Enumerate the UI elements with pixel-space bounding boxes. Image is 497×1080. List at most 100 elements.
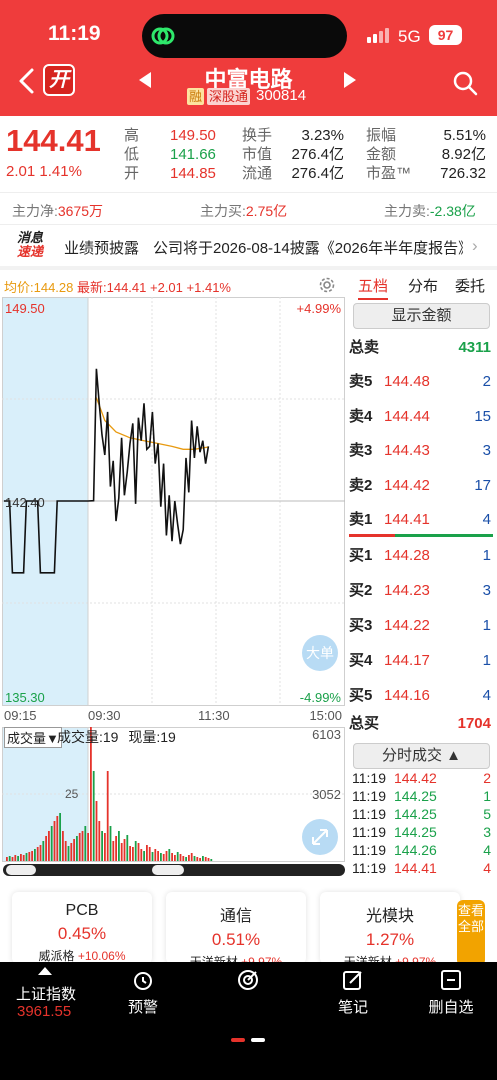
volume-bar [106, 771, 109, 861]
volume-bar [137, 843, 140, 861]
volume-bar [76, 836, 78, 861]
volume-bar [207, 858, 210, 861]
chevron-right-icon[interactable]: › [472, 236, 478, 256]
volume-bar [73, 839, 75, 861]
search-icon[interactable] [452, 70, 478, 96]
tab-orders[interactable]: 委托 [455, 275, 485, 296]
expand-up-icon[interactable] [38, 967, 52, 975]
note-button[interactable]: 笔记 [308, 968, 398, 1017]
intraday-chart[interactable]: 149.50 142.40 135.30 +4.99% -4.99% 大单 09… [2, 297, 347, 877]
volume-bar [101, 831, 103, 861]
level-label: 卖5 [349, 373, 373, 390]
news-text[interactable]: 公司将于2026-08-14披露《2026年半年度报告》 [153, 237, 463, 258]
back-icon[interactable] [14, 66, 40, 96]
stock-code: 300814 [256, 87, 307, 104]
volume-selector[interactable]: 成交量▼ [4, 727, 62, 748]
level-price[interactable]: 144.43 [384, 433, 430, 468]
next-stock-icon[interactable] [344, 72, 356, 88]
level-price[interactable]: 144.44 [384, 399, 430, 434]
view-all-tab[interactable]: 查看全部 [457, 900, 485, 966]
pe-label: 市盈™ [366, 165, 412, 182]
volume-bar [92, 771, 95, 861]
main-net-flow: 主力净:3675万 [12, 203, 104, 219]
alert-button[interactable]: 预警 [98, 968, 188, 1017]
remove-watchlist-button[interactable]: 删自选 [406, 968, 496, 1017]
total-sell-value: 4311 [458, 339, 491, 356]
level-label: 卖3 [349, 442, 373, 459]
trade-time: 11:19 [352, 842, 386, 858]
volume-bar [134, 841, 137, 861]
volume-bar [199, 858, 201, 861]
level-volume: 1 [482, 547, 491, 564]
volume-bar [190, 853, 193, 861]
volume-bar [95, 801, 98, 861]
sector-card[interactable]: 光模块 1.27% 天洋新材 +9.97% [320, 892, 460, 969]
tab-five-levels[interactable]: 五档 [358, 275, 389, 300]
level-label: 卖1 [349, 511, 373, 528]
volume-bar [182, 856, 185, 861]
dynamic-island [142, 14, 347, 58]
turnover-label: 换手 [242, 127, 273, 144]
level-price[interactable]: 144.22 [384, 608, 430, 643]
trade-volume: 2 [483, 770, 491, 786]
volume-bar [196, 857, 199, 861]
target-icon [238, 970, 258, 990]
low-label: 低 [124, 146, 140, 163]
trade-price: 144.25 [394, 824, 437, 840]
scrollbar-handle-left[interactable] [6, 865, 36, 875]
network-label: 5G [398, 27, 421, 46]
volume-bar [64, 841, 67, 861]
scrollbar-handle-right[interactable] [152, 865, 184, 875]
time-tick: 15:00 [309, 708, 342, 723]
divider [0, 266, 497, 270]
big-order-label: 大单 [306, 645, 334, 661]
open-account-badge[interactable]: 开 [43, 64, 75, 96]
trade-volume: 3 [483, 824, 491, 840]
float-label: 流通 [242, 165, 273, 182]
volume-bar [129, 846, 131, 861]
volume-bar [62, 831, 64, 861]
volume-bar [115, 836, 117, 861]
level-price[interactable]: 144.16 [384, 678, 430, 713]
time-tick: 11:30 [198, 708, 230, 723]
price-change: 2.01 1.41% [6, 163, 82, 180]
volume-bar [123, 839, 126, 861]
status-time: 11:19 [48, 22, 101, 45]
sector-card[interactable]: PCB 0.45% 威派格 +10.06% [12, 892, 152, 964]
open-value: 144.85 [170, 165, 216, 182]
alarm-clock-icon [134, 972, 152, 990]
level-volume: 1 [482, 617, 491, 634]
index-name[interactable]: 上证指数 [16, 983, 76, 1004]
float-value: 276.4亿 [291, 165, 344, 182]
volume-bar [151, 852, 154, 861]
volume-bar [34, 849, 36, 861]
news-icon: 消息 速递 [16, 230, 43, 259]
mktcap-value: 276.4亿 [291, 146, 344, 163]
vol-tick-top: 6103 [312, 727, 341, 742]
level-price[interactable]: 144.28 [384, 538, 430, 573]
total-buy-label: 总买 [349, 715, 380, 732]
volume-bar [59, 813, 61, 861]
level-price[interactable]: 144.17 [384, 643, 430, 678]
pe-value: 726.32 [440, 165, 486, 182]
gear-icon[interactable] [317, 275, 337, 295]
trades-toggle-button[interactable]: 分时成交 ▲ [353, 743, 490, 769]
level-price[interactable]: 144.41 [384, 502, 430, 537]
level-price[interactable]: 144.48 [384, 364, 430, 399]
tab-distribution[interactable]: 分布 [408, 275, 438, 296]
trade-volume: 4 [483, 842, 491, 858]
trade-time: 11:19 [352, 824, 386, 840]
volume-bar [50, 826, 53, 861]
trade-time: 11:19 [352, 788, 386, 804]
level-price[interactable]: 144.23 [384, 573, 430, 608]
target-button[interactable] [203, 968, 293, 996]
level-volume: 17 [474, 476, 491, 494]
level-price[interactable]: 144.42 [384, 468, 430, 503]
level-volume: 1 [482, 652, 491, 669]
volume-bar [17, 856, 19, 861]
show-amount-button[interactable]: 显示金额 [353, 303, 490, 329]
volume-bar [171, 853, 173, 861]
open-label: 开 [124, 165, 140, 182]
sector-card[interactable]: 通信 0.51% 天洋新材 +9.97% [166, 892, 306, 969]
trade-volume: 1 [483, 788, 491, 804]
